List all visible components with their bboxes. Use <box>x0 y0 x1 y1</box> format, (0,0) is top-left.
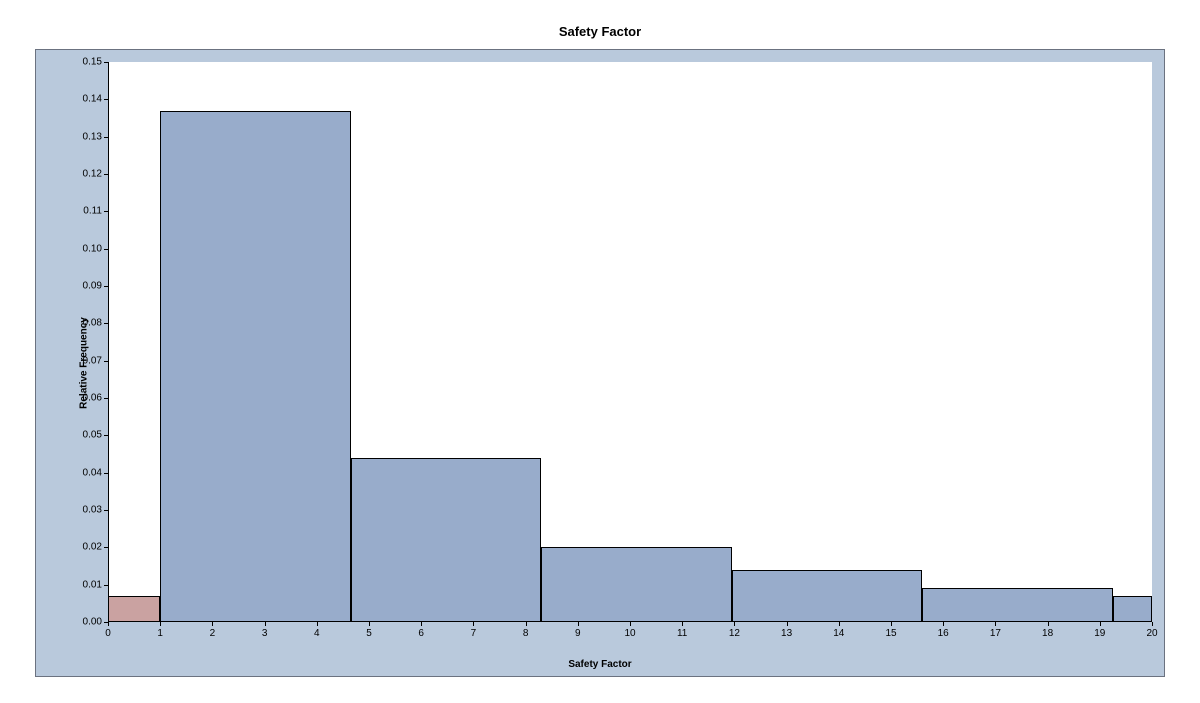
chart-title: Safety Factor <box>559 24 641 39</box>
y-tick-label: 0.10 <box>83 243 102 254</box>
y-tick-label: 0.07 <box>83 355 102 366</box>
x-tick-label: 2 <box>210 628 216 639</box>
histogram-bar <box>541 547 732 622</box>
y-tick-label: 0.05 <box>83 430 102 441</box>
histogram-bar <box>732 570 923 622</box>
histogram-bar <box>160 111 351 622</box>
x-tick-label: 12 <box>729 628 740 639</box>
y-tick-label: 0.00 <box>83 617 102 628</box>
y-axis-line <box>108 62 109 622</box>
x-tick-label: 20 <box>1146 628 1157 639</box>
x-tick-label: 14 <box>833 628 844 639</box>
histogram-bar <box>108 596 160 622</box>
y-tick-label: 0.03 <box>83 505 102 516</box>
x-tick-label: 13 <box>781 628 792 639</box>
histogram-bar <box>922 588 1113 622</box>
x-tick-label: 5 <box>366 628 372 639</box>
x-tick-label: 9 <box>575 628 581 639</box>
y-tick-label: 0.06 <box>83 393 102 404</box>
chart-frame: Relative Frequency Safety Factor 0.000.0… <box>35 49 1165 677</box>
y-tick-label: 0.08 <box>83 318 102 329</box>
y-tick-label: 0.13 <box>83 131 102 142</box>
y-tick-label: 0.14 <box>83 94 102 105</box>
x-tick-label: 7 <box>471 628 477 639</box>
y-tick-label: 0.04 <box>83 467 102 478</box>
x-tick-label: 6 <box>418 628 424 639</box>
x-tick-label: 8 <box>523 628 529 639</box>
x-tick-label: 1 <box>157 628 163 639</box>
y-tick-label: 0.11 <box>83 206 102 217</box>
plot-area: 0.000.010.020.030.040.050.060.070.080.09… <box>108 62 1152 622</box>
histogram-bar <box>351 458 542 622</box>
y-tick-label: 0.01 <box>83 579 102 590</box>
x-tick-label: 0 <box>105 628 111 639</box>
y-tick-label: 0.02 <box>83 542 102 553</box>
y-tick-label: 0.09 <box>83 281 102 292</box>
x-tick-label: 15 <box>885 628 896 639</box>
x-tick-label: 3 <box>262 628 268 639</box>
x-tick-label: 18 <box>1042 628 1053 639</box>
x-tick-label: 10 <box>624 628 635 639</box>
x-axis-label: Safety Factor <box>568 659 631 670</box>
y-tick-label: 0.12 <box>83 169 102 180</box>
x-tick-label: 11 <box>677 628 687 639</box>
x-tick-label: 17 <box>990 628 1001 639</box>
chart-container: Safety Factor Relative Frequency Safety … <box>0 0 1200 703</box>
histogram-bar <box>1113 596 1152 622</box>
x-tick-label: 4 <box>314 628 320 639</box>
x-tick-label: 19 <box>1094 628 1105 639</box>
x-tick-label: 16 <box>938 628 949 639</box>
y-tick-label: 0.15 <box>83 57 102 68</box>
